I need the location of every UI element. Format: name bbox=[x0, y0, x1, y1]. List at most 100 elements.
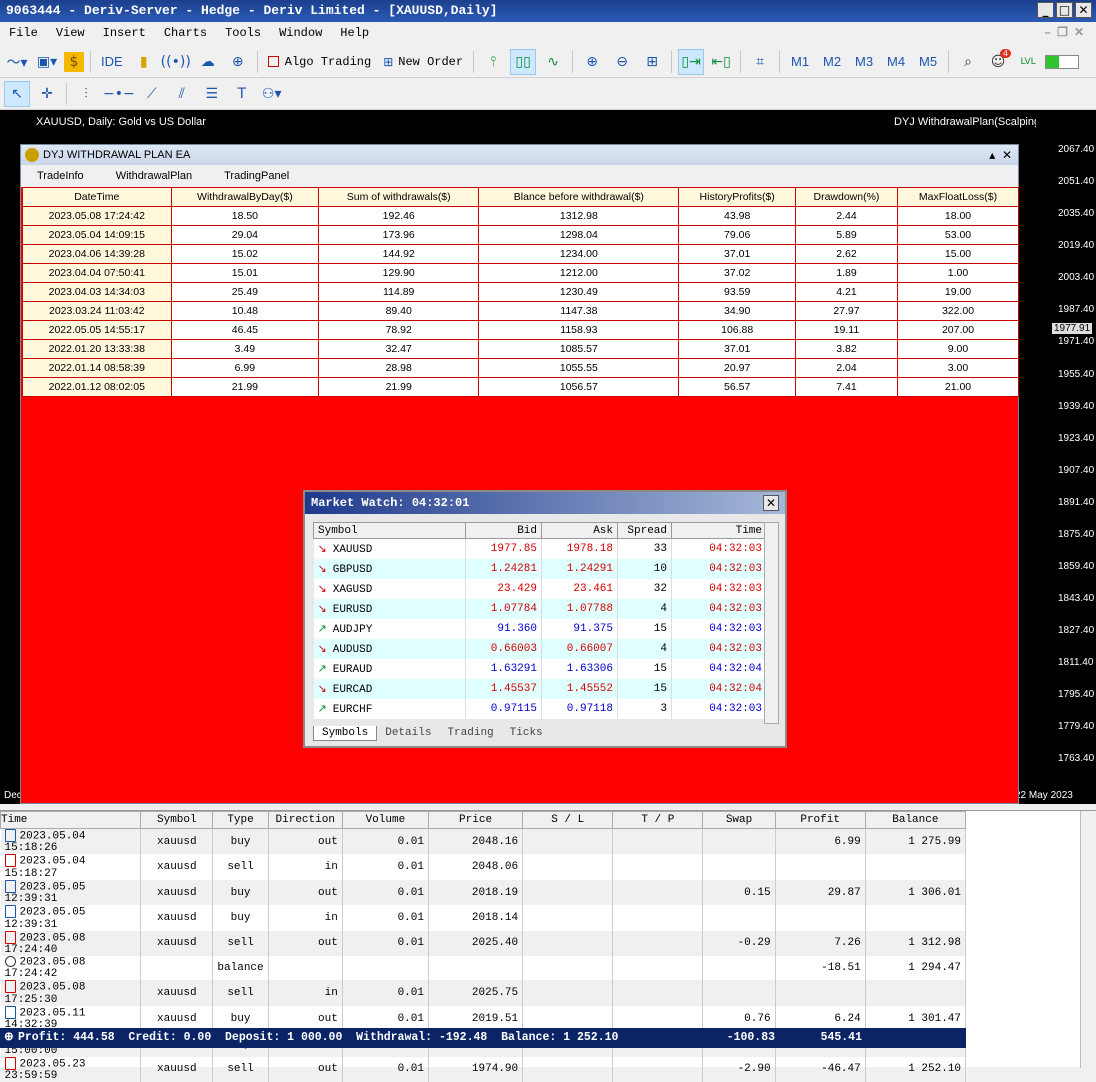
withdrawal-row[interactable]: 2023.05.08 17:24:42 18.50 192.46 1312.98 43.… bbox=[22, 206, 1019, 226]
market-watch-row[interactable]: ↘ XAGUSD 23.429 23.461 32 04:32:03 bbox=[313, 578, 767, 599]
new-order-button[interactable]: ⊞ New Order bbox=[379, 49, 467, 75]
history-row[interactable]: 2023.05.04 15:18:27 xauusd sell in 0.01 2048.… bbox=[0, 854, 967, 880]
history-col-header[interactable]: Direction bbox=[267, 811, 343, 829]
history-col-header[interactable]: Type bbox=[212, 811, 269, 829]
notifications-icon[interactable]: ☺ 4 bbox=[985, 48, 1012, 75]
ea-close-icon[interactable]: ✕ bbox=[1002, 148, 1012, 162]
close-button[interactable]: ✕ bbox=[1075, 2, 1092, 18]
withdrawal-row[interactable]: 2023.04.03 14:34:03 25.49 114.89 1230.49 93.… bbox=[22, 282, 1019, 302]
horizontal-line-icon[interactable]: −•− bbox=[103, 81, 135, 107]
history-col-header[interactable]: Symbol bbox=[140, 811, 214, 829]
withdrawal-col-header[interactable]: WithdrawalByDay($) bbox=[170, 187, 320, 207]
timeframe-m1[interactable]: M1 bbox=[786, 49, 814, 75]
trendline-icon[interactable]: ⟋ bbox=[139, 81, 165, 107]
vps-icon[interactable]: ⊕ bbox=[225, 49, 251, 75]
text-icon[interactable]: T bbox=[229, 81, 255, 107]
level-icon[interactable]: LVL bbox=[1015, 49, 1041, 75]
market-watch-row[interactable]: ↗ EURCHF 0.97115 0.97118 3 04:32:03 bbox=[313, 698, 767, 719]
mdi-minimize-icon[interactable]: – bbox=[1044, 26, 1057, 40]
menu-window[interactable]: Window bbox=[270, 26, 331, 40]
menu-charts[interactable]: Charts bbox=[155, 26, 216, 40]
candlestick-icon[interactable]: ▯▯ bbox=[510, 48, 537, 75]
auto-scroll-icon[interactable]: ▯⇥ bbox=[678, 48, 705, 75]
menu-help[interactable]: Help bbox=[331, 26, 378, 40]
menu-tools[interactable]: Tools bbox=[216, 26, 270, 40]
history-row[interactable]: 2023.05.08 17:25:30 xauusd sell in 0.01 2025.… bbox=[0, 980, 967, 1006]
cursor-icon[interactable]: ↖ bbox=[4, 80, 30, 107]
tab-ticks[interactable]: Ticks bbox=[502, 726, 551, 741]
history-col-header[interactable]: T / P bbox=[612, 811, 704, 829]
history-col-header[interactable]: Profit bbox=[774, 811, 866, 829]
mdi-restore-icon[interactable]: ❐ bbox=[1057, 26, 1074, 40]
timeframe-m3[interactable]: M3 bbox=[850, 49, 878, 75]
withdrawal-row[interactable]: 2023.04.06 14:39:28 15.02 144.92 1234.00 37.… bbox=[22, 244, 1019, 264]
mdi-close-icon[interactable]: ✕ bbox=[1074, 26, 1090, 40]
history-scrollbar[interactable] bbox=[1080, 811, 1096, 1068]
market-watch-row[interactable]: ↘ EURCAD 1.45537 1.45552 15 04:32:04 bbox=[313, 678, 767, 699]
market-watch-row[interactable]: ↗ EURAUD 1.63291 1.63306 15 04:32:04 bbox=[313, 658, 767, 679]
tab-tradingpanel[interactable]: TradingPanel bbox=[208, 165, 305, 187]
history-col-header[interactable]: Volume bbox=[341, 811, 429, 829]
history-col-header[interactable]: Swap bbox=[702, 811, 776, 829]
withdrawal-row[interactable]: 2022.01.12 08:02:05 21.99 21.99 1056.57 56.5… bbox=[22, 377, 1019, 397]
menu-insert[interactable]: Insert bbox=[94, 26, 155, 40]
history-row[interactable]: 2023.05.05 12:39:31 xauusd buy in 0.01 2018.1… bbox=[0, 905, 967, 931]
withdrawal-col-header[interactable]: DateTime bbox=[22, 187, 172, 207]
algo-trading-button[interactable]: Algo Trading bbox=[264, 49, 375, 75]
fibonacci-icon[interactable]: ☰ bbox=[199, 81, 225, 107]
tab-details[interactable]: Details bbox=[377, 726, 439, 741]
market-watch-scrollbar[interactable] bbox=[764, 522, 779, 724]
market-watch-row[interactable]: ↘ GBPUSD 1.24281 1.24291 10 04:32:03 bbox=[313, 558, 767, 579]
signals-icon[interactable]: ((•)) bbox=[161, 49, 191, 75]
mw-col-symbol[interactable]: Symbol bbox=[313, 522, 466, 539]
history-col-header[interactable]: Price bbox=[427, 811, 524, 829]
market-watch-row[interactable]: ↘ AUDUSD 0.66003 0.66007 4 04:32:03 bbox=[313, 638, 767, 659]
tab-symbols[interactable]: Symbols bbox=[313, 726, 378, 741]
chart-shift-icon[interactable]: ⇤▯ bbox=[708, 49, 734, 75]
withdrawal-row[interactable]: 2023.03.24 11:03:42 10.48 89.40 1147.38 34.9… bbox=[22, 301, 1019, 321]
line-chart-icon[interactable]: ∿ bbox=[540, 49, 566, 75]
search-icon[interactable]: ⌕ bbox=[955, 49, 981, 75]
history-col-header[interactable]: Time bbox=[0, 811, 142, 829]
collapse-icon[interactable]: ▴ bbox=[989, 148, 995, 162]
channel-icon[interactable]: ⫽ bbox=[169, 81, 195, 107]
tab-withdrawalplan[interactable]: WithdrawalPlan bbox=[100, 165, 208, 187]
timeframe-m2[interactable]: M2 bbox=[818, 49, 846, 75]
ide-button[interactable]: IDE bbox=[97, 49, 127, 75]
mw-col-ask[interactable]: Ask bbox=[541, 522, 618, 539]
cloud-icon[interactable]: ☁ bbox=[195, 49, 221, 75]
withdrawal-col-header[interactable]: MaxFloatLoss($) bbox=[897, 187, 1019, 207]
history-row[interactable]: 2023.05.04 15:18:26 xauusd buy out 0.01 2048.… bbox=[0, 828, 967, 855]
history-row[interactable]: 2023.05.05 12:39:31 xauusd buy out 0.01 2018.… bbox=[0, 879, 967, 906]
withdrawal-col-header[interactable]: Sum of withdrawals($) bbox=[318, 187, 480, 207]
withdrawal-row[interactable]: 2023.05.04 14:09:15 29.04 173.96 1298.04 79.… bbox=[22, 225, 1019, 245]
history-row[interactable]: 2023.05.08 17:24:40 xauusd sell out 0.01 2025… bbox=[0, 930, 967, 957]
zoom-out-icon[interactable]: ⊖ bbox=[609, 49, 635, 75]
withdrawal-row[interactable]: 2022.01.14 08:58:39 6.99 28.98 1055.55 20.97… bbox=[22, 358, 1019, 378]
dollar-icon[interactable]: $ bbox=[64, 51, 84, 72]
tab-trading[interactable]: Trading bbox=[439, 726, 501, 741]
chart-type-icon[interactable]: 〜▾ bbox=[4, 49, 30, 75]
withdrawal-row[interactable]: 2022.01.20 13:33:38 3.49 32.47 1085.57 37.01… bbox=[22, 339, 1019, 359]
vertical-line-icon[interactable]: ⫶ bbox=[73, 81, 99, 107]
history-row[interactable]: 2023.05.23 23:59:59 xauusd sell out 0.01 1974… bbox=[0, 1056, 967, 1082]
chart-window-icon[interactable]: ▣▾ bbox=[34, 49, 60, 75]
connection-status-icon[interactable] bbox=[1045, 49, 1080, 75]
market-watch-row[interactable]: ↘ XAUUSD 1977.85 1978.18 33 04:32:03 bbox=[313, 538, 767, 559]
shapes-icon[interactable]: ⚇▾ bbox=[259, 81, 285, 107]
mw-col-bid[interactable]: Bid bbox=[465, 522, 542, 539]
tab-tradeinfo[interactable]: TradeInfo bbox=[21, 165, 100, 187]
timeframe-m5[interactable]: M5 bbox=[914, 49, 942, 75]
mw-col-time[interactable]: Time bbox=[671, 522, 767, 539]
crosshair-icon[interactable]: ✛ bbox=[34, 81, 60, 107]
screenshot-icon[interactable]: ⌗ bbox=[747, 49, 773, 75]
market-bag-icon[interactable]: ▮ bbox=[131, 49, 157, 75]
withdrawal-row[interactable]: 2022.05.05 14:55:17 46.45 78.92 1158.93 106.… bbox=[22, 320, 1019, 340]
withdrawal-col-header[interactable]: Blance before withdrawal($) bbox=[478, 187, 680, 207]
market-watch-row[interactable]: ↘ EURUSD 1.07784 1.07788 4 04:32:03 bbox=[313, 598, 767, 619]
maximize-button[interactable]: □ bbox=[1056, 2, 1073, 18]
withdrawal-row[interactable]: 2023.04.04 07:50:41 15.01 129.90 1212.00 37.… bbox=[22, 263, 1019, 283]
market-watch-row[interactable]: ↗ AUDJPY 91.360 91.375 15 04:32:03 bbox=[313, 618, 767, 639]
timeframe-m4[interactable]: M4 bbox=[882, 49, 910, 75]
menu-file[interactable]: File bbox=[0, 26, 47, 40]
